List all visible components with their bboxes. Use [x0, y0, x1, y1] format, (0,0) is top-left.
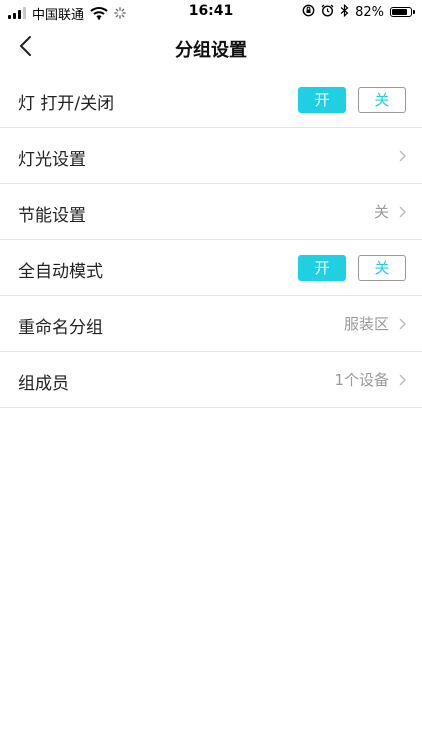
- auto-mode-toggle: 开 关: [298, 254, 406, 281]
- status-bar-right: 82%: [302, 3, 415, 21]
- row-rename-group[interactable]: 重命名分组 服装区: [0, 296, 422, 352]
- battery-icon: [390, 7, 415, 17]
- settings-list: 灯 打开/关闭 开 关 灯光设置 节能设置 关 全自动模式 开 关 重命名分组 …: [0, 72, 422, 408]
- row-group-members[interactable]: 组成员 1个设备: [0, 352, 422, 408]
- page-title: 分组设置: [175, 40, 247, 61]
- auto-mode-on-button[interactable]: 开: [298, 254, 346, 281]
- row-value: 服装区: [343, 315, 389, 333]
- battery-percent: 82%: [355, 4, 384, 20]
- row-label: 重命名分组: [18, 318, 103, 338]
- alarm-clock-icon: [321, 4, 334, 21]
- light-on-button[interactable]: 开: [298, 86, 346, 113]
- navigation-bar: 分组设置: [0, 26, 422, 70]
- chevron-right-icon: [399, 206, 406, 218]
- row-label: 灯光设置: [18, 150, 86, 170]
- row-light-settings[interactable]: 灯光设置: [0, 128, 422, 184]
- row-value: 1个设备: [334, 371, 389, 389]
- row-light-power: 灯 打开/关闭 开 关: [0, 72, 422, 128]
- row-auto-mode: 全自动模式 开 关: [0, 240, 422, 296]
- row-label: 节能设置: [18, 206, 86, 226]
- row-label: 全自动模式: [18, 262, 103, 282]
- row-energy-saving[interactable]: 节能设置 关: [0, 184, 422, 240]
- chevron-right-icon: [399, 318, 406, 330]
- row-label: 组成员: [18, 374, 69, 394]
- chevron-right-icon: [399, 150, 406, 162]
- rotation-lock-icon: [302, 4, 315, 21]
- row-value: 关: [373, 203, 389, 221]
- chevron-right-icon: [399, 374, 406, 386]
- light-off-button[interactable]: 关: [358, 86, 406, 113]
- light-power-toggle: 开 关: [298, 86, 406, 113]
- row-label: 灯 打开/关闭: [18, 94, 115, 114]
- bluetooth-icon: [340, 3, 349, 21]
- auto-mode-off-button[interactable]: 关: [358, 254, 406, 281]
- status-bar: 中国联通 16:41 82%: [0, 0, 422, 26]
